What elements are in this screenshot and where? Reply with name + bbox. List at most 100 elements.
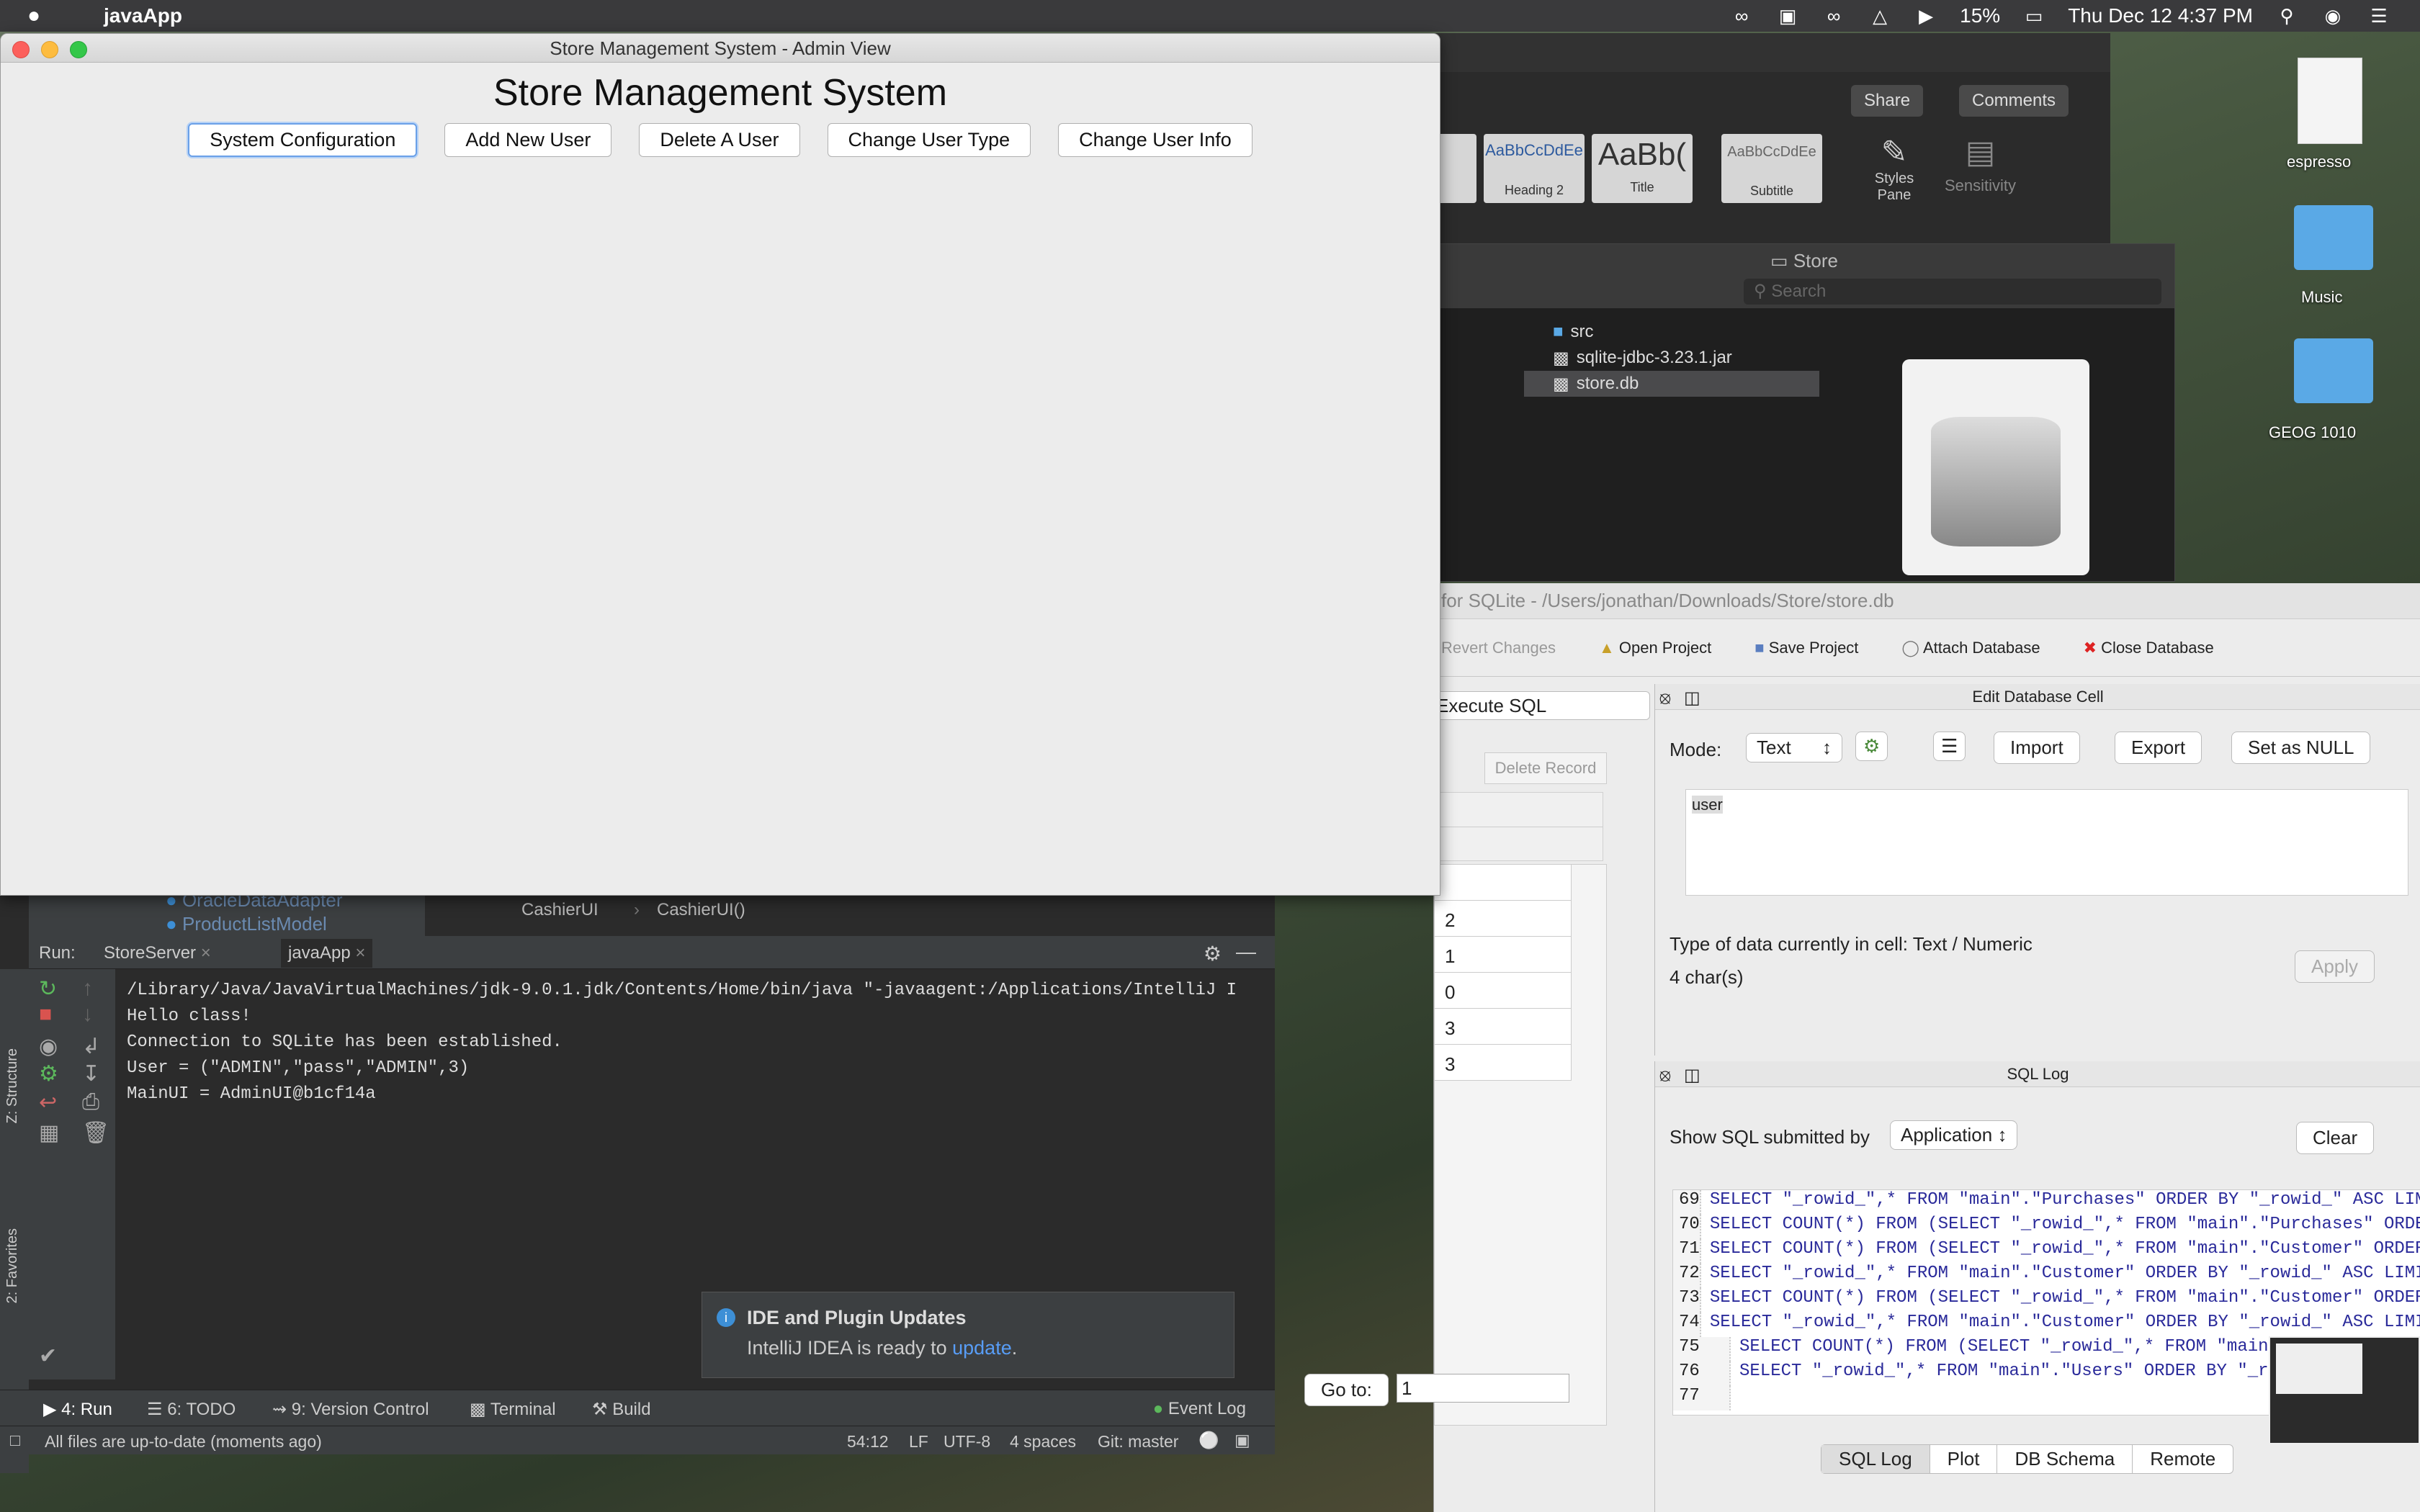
volume-icon[interactable]: ▶: [1914, 6, 1938, 25]
tree-item[interactable]: ● ProductListModel: [166, 913, 327, 935]
system-configuration-button[interactable]: System Configuration: [188, 123, 418, 157]
battery-icon[interactable]: ▭: [2022, 6, 2046, 25]
desktop-icon-label[interactable]: GEOG 1010: [2269, 423, 2356, 442]
down-arrow-icon[interactable]: ↓: [82, 1002, 93, 1027]
scroll-to-end-icon[interactable]: ↧: [82, 1061, 100, 1086]
wrap-icon[interactable]: ↲: [82, 1034, 100, 1059]
import-button[interactable]: Import: [1994, 732, 2080, 764]
tab-plot[interactable]: Plot: [1929, 1445, 1997, 1473]
word-wrap-button[interactable]: ☰: [1933, 732, 1966, 761]
finder-file-row[interactable]: ▩ store.db: [1524, 371, 1819, 397]
execute-sql-tab[interactable]: Execute SQL: [1434, 691, 1650, 720]
float-icon[interactable]: ◫: [1684, 1063, 1700, 1089]
console-output[interactable]: /Library/Java/JavaVirtualMachines/jdk-9.…: [127, 978, 1236, 1107]
table-cell[interactable]: 2: [1435, 901, 1572, 937]
tab-run[interactable]: ▶ 4: Run: [43, 1399, 112, 1420]
tab-db-schema[interactable]: DB Schema: [1996, 1445, 2132, 1473]
notification-center-icon[interactable]: ☰: [2367, 6, 2391, 25]
document-thumbnail[interactable]: [2298, 58, 2362, 144]
share-button[interactable]: Share: [1851, 85, 1924, 117]
spotlight-search-icon[interactable]: ⚲: [2275, 6, 2299, 25]
git-branch[interactable]: Git: master: [1098, 1432, 1178, 1452]
run-tab-javaapp[interactable]: javaApp ×: [281, 939, 373, 968]
clear-log-button[interactable]: Clear: [2296, 1122, 2375, 1154]
tab-todo[interactable]: ☰ 6: TODO: [147, 1399, 236, 1420]
minimize-window-button[interactable]: [41, 41, 58, 58]
update-link[interactable]: update: [952, 1337, 1012, 1359]
sql-source-select[interactable]: Application ↕: [1890, 1120, 2018, 1150]
apple-icon[interactable]: ●: [27, 4, 56, 28]
comments-button[interactable]: Comments: [1959, 85, 2069, 117]
rerun-icon[interactable]: ↻: [39, 976, 57, 1002]
status-toggle-icon[interactable]: □: [10, 1431, 20, 1450]
cell-value-editor[interactable]: user: [1685, 789, 2408, 896]
finder-file-row[interactable]: ▩ sqlite-jdbc-3.23.1.jar: [1524, 345, 1819, 371]
sensitivity-button[interactable]: ▤ Sensitivity: [1945, 134, 2016, 195]
breadcrumb-item[interactable]: CashierUI: [521, 900, 599, 920]
delete-user-button[interactable]: Delete A User: [639, 123, 800, 157]
close-icon[interactable]: ⦻: [1659, 685, 1671, 711]
tab-remote[interactable]: Remote: [2132, 1445, 2233, 1473]
up-arrow-icon[interactable]: ↑: [82, 976, 93, 1001]
float-icon[interactable]: ◫: [1684, 685, 1700, 711]
tab-terminal[interactable]: ▩ Terminal: [470, 1399, 556, 1420]
indent-setting[interactable]: 4 spaces: [1010, 1432, 1076, 1452]
minimize-icon[interactable]: —: [1236, 940, 1256, 963]
memory-icon[interactable]: ▣: [1234, 1431, 1250, 1450]
revert-changes-button[interactable]: Revert Changes: [1441, 639, 1556, 657]
delete-record-button[interactable]: Delete Record: [1484, 752, 1607, 784]
screenshot-thumbnail[interactable]: [2269, 1336, 2420, 1444]
layout-icon[interactable]: ▦: [39, 1120, 59, 1146]
active-app-name[interactable]: javaApp: [104, 4, 182, 27]
auto-format-button[interactable]: ⚙: [1855, 732, 1888, 761]
camera-icon[interactable]: ◉: [39, 1034, 58, 1059]
airplay-icon[interactable]: ▣: [1775, 6, 1800, 25]
folder-icon[interactable]: [2294, 205, 2373, 270]
open-project-button[interactable]: ▲ Open Project: [1599, 639, 1711, 657]
update-notification[interactable]: i IDE and Plugin Updates IntelliJ IDEA i…: [702, 1292, 1234, 1378]
goto-button[interactable]: Go to:: [1304, 1374, 1389, 1406]
close-database-button[interactable]: ✖ Close Database: [2084, 639, 2214, 657]
styles-pane-button[interactable]: ✎ Styles Pane: [1865, 134, 1923, 204]
siri-icon[interactable]: ◉: [2321, 6, 2345, 25]
exit-icon[interactable]: ↩: [39, 1090, 57, 1115]
desktop-icon-label[interactable]: Music: [2301, 288, 2342, 307]
style-subtitle[interactable]: AaBbCcDdEe Subtitle: [1721, 134, 1822, 203]
desktop-icon-label[interactable]: espresso: [2287, 153, 2351, 171]
favorites-tab[interactable]: 2: Favorites: [4, 1228, 21, 1303]
mode-select[interactable]: Text ↕: [1746, 733, 1842, 762]
line-separator[interactable]: LF: [909, 1432, 928, 1452]
close-icon[interactable]: ×: [201, 943, 211, 963]
file-encoding[interactable]: UTF-8: [944, 1432, 990, 1452]
folder-icon[interactable]: [2294, 338, 2373, 403]
close-icon[interactable]: ×: [355, 943, 365, 963]
cursor-position[interactable]: 54:12: [847, 1432, 889, 1452]
trash-icon[interactable]: 🗑: [82, 1120, 109, 1146]
change-user-info-button[interactable]: Change User Info: [1058, 123, 1252, 157]
table-cell[interactable]: 3: [1435, 1009, 1572, 1045]
export-button[interactable]: Export: [2115, 732, 2202, 764]
add-new-user-button[interactable]: Add New User: [444, 123, 612, 157]
tab-build[interactable]: ⚒ Build: [592, 1399, 651, 1420]
style-title[interactable]: AaBb( Title: [1592, 134, 1693, 203]
print-icon[interactable]: ⎙: [82, 1090, 99, 1115]
tab-sql-log[interactable]: SQL Log: [1821, 1445, 1930, 1473]
table-cell[interactable]: 3: [1435, 1045, 1572, 1081]
finder-file-row[interactable]: ■ src: [1524, 319, 1819, 345]
style-heading2[interactable]: AaBbCcDdEe Heading 2: [1484, 134, 1585, 203]
bluetooth-icon[interactable]: ∞: [1821, 6, 1846, 25]
table-cell[interactable]: 0: [1435, 973, 1572, 1009]
close-window-button[interactable]: [12, 41, 30, 58]
goto-input[interactable]: 1: [1397, 1374, 1569, 1403]
attach-database-button[interactable]: ◯ Attach Database: [1901, 639, 2040, 657]
apply-button[interactable]: Apply: [2295, 950, 2375, 983]
debug-icon[interactable]: ⚙: [39, 1061, 58, 1086]
wifi-icon[interactable]: △: [1868, 6, 1892, 25]
close-icon[interactable]: ⦻: [1659, 1063, 1671, 1089]
lock-icon[interactable]: ⚪: [1198, 1431, 1219, 1450]
menubar-clock[interactable]: Thu Dec 12 4:37 PM: [2068, 4, 2253, 27]
zoom-window-button[interactable]: [70, 41, 87, 58]
structure-tab[interactable]: Z: Structure: [4, 1048, 21, 1123]
creative-cloud-icon[interactable]: ∞: [1729, 6, 1754, 25]
save-project-button[interactable]: ■ Save Project: [1754, 639, 1858, 657]
